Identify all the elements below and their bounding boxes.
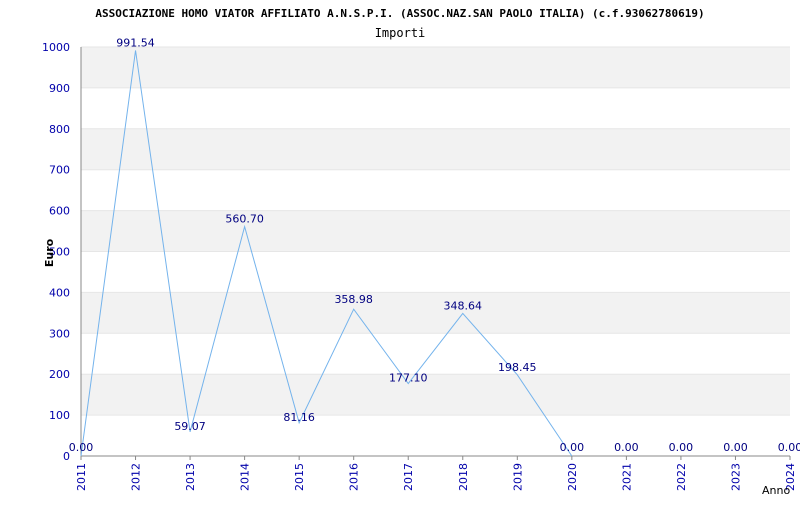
x-tick-label: 2022 xyxy=(675,463,688,491)
chart-container: 0 100 200 300 400 500 600 700 800 900 1000 2011 201… xyxy=(0,0,800,500)
y-tick-label: 100 xyxy=(49,409,70,422)
x-tick-label: 2015 xyxy=(293,463,306,491)
x-tick-label: 2014 xyxy=(239,463,252,491)
data-label: 198.45 xyxy=(498,361,537,374)
y-tick-label: 1000 xyxy=(42,41,70,54)
y-tick-label: 900 xyxy=(49,82,70,95)
data-label: 0.00 xyxy=(723,441,748,454)
y-tick-label: 800 xyxy=(49,123,70,136)
grid-band xyxy=(81,47,790,88)
data-label: 348.64 xyxy=(444,299,483,312)
y-tick-label: 200 xyxy=(49,368,70,381)
x-tick-label: 2018 xyxy=(457,463,470,491)
x-tick-label: 2011 xyxy=(75,463,88,491)
x-tick-label: 2019 xyxy=(511,463,524,491)
data-label: 81.16 xyxy=(283,411,315,424)
x-axis-label: Anno xyxy=(762,484,790,497)
data-label: 0.00 xyxy=(669,441,694,454)
x-tick-label: 2017 xyxy=(402,463,415,491)
grid-band xyxy=(81,210,790,252)
data-label: 560.70 xyxy=(225,213,264,226)
y-tick-label: 700 xyxy=(49,164,70,177)
data-label: 0.00 xyxy=(778,441,800,454)
x-tick-label: 2021 xyxy=(620,463,633,491)
chart-title: ASSOCIAZIONE HOMO VIATOR AFFILIATO A.N.S… xyxy=(95,7,704,20)
grid-band xyxy=(81,292,790,334)
data-label: 59.07 xyxy=(174,420,206,433)
data-label: 0.00 xyxy=(69,441,94,454)
data-label: 177.10 xyxy=(389,372,428,385)
y-tick-label: 400 xyxy=(49,286,70,299)
grid-bands xyxy=(81,47,790,416)
x-tick-label: 2013 xyxy=(184,463,197,491)
grid-band xyxy=(81,128,790,170)
data-label: 0.00 xyxy=(614,441,639,454)
x-tick-label: 2012 xyxy=(130,463,143,491)
grid-band xyxy=(81,374,790,416)
data-label: 991.54 xyxy=(116,36,155,49)
y-tick-label: 300 xyxy=(49,327,70,340)
x-tick-label: 2023 xyxy=(729,463,742,491)
x-tick-labels: 2011 2012 2013 2014 2015 2016 2017 2018 2019 2020… xyxy=(75,456,797,491)
x-tick-label: 2020 xyxy=(566,463,579,491)
data-label: 0.00 xyxy=(560,441,585,454)
y-tick-label: 600 xyxy=(49,205,70,218)
line-chart: 01002003004005006007008009001000 2011 201… xyxy=(42,7,800,497)
y-axis-label: Euro xyxy=(43,238,56,267)
data-label: 358.98 xyxy=(334,293,373,306)
chart-subtitle: Importi xyxy=(375,26,426,40)
x-tick-label: 2016 xyxy=(348,463,361,491)
